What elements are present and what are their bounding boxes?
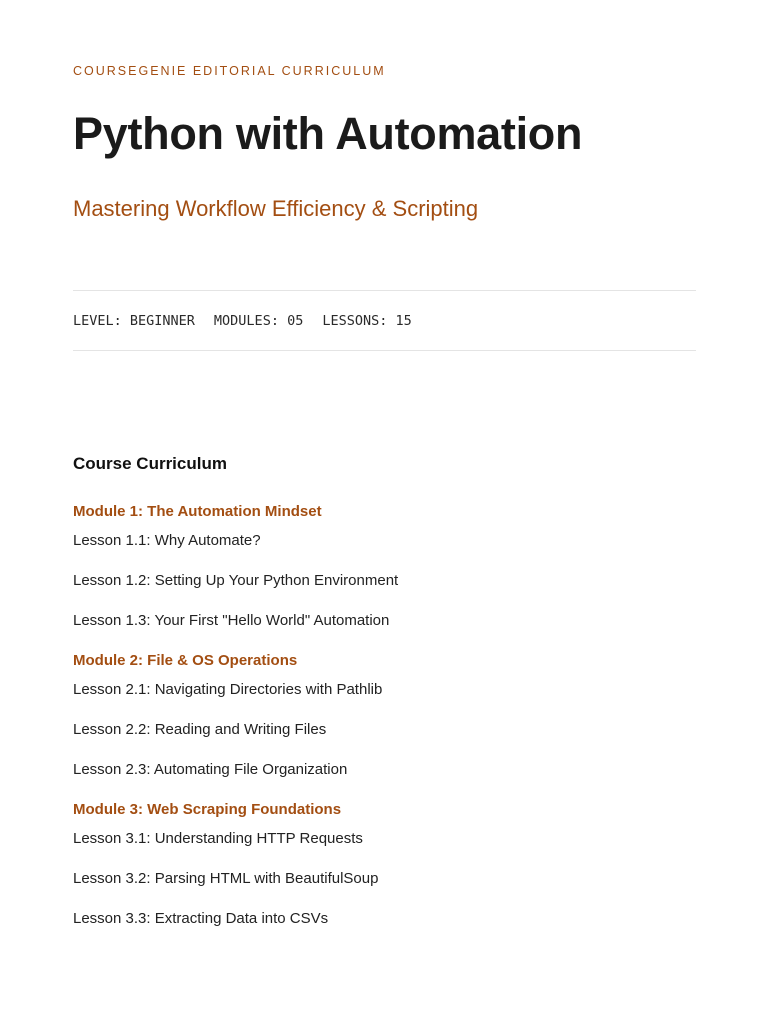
eyebrow-label: COURSEGENIE EDITORIAL CURRICULUM	[73, 64, 386, 78]
meta-modules: MODULES: 05	[213, 313, 304, 329]
curriculum-heading: Course Curriculum	[73, 454, 227, 473]
module-2: Module 2: File & OS Operations Lesson 2.…	[73, 652, 696, 801]
page-subtitle: Mastering Workflow Efficiency & Scriptin…	[73, 196, 479, 221]
course-meta-bar: LEVEL: BEGINNER MODULES: 05 LESSONS: 15	[73, 290, 696, 351]
module-1: Module 1: The Automation Mindset Lesson …	[73, 503, 696, 652]
page-title: Python with Automation	[73, 108, 583, 159]
curriculum-list: Module 1: The Automation Mindset Lesson …	[73, 503, 696, 950]
course-meta-items: LEVEL: BEGINNER MODULES: 05 LESSONS: 15	[73, 313, 412, 329]
lesson-item: Lesson 3.1: Understanding HTTP Requests	[73, 830, 363, 847]
lesson-item: Lesson 2.2: Reading and Writing Files	[73, 721, 327, 738]
meta-level: LEVEL: BEGINNER	[73, 313, 195, 329]
lesson-item: Lesson 2.1: Navigating Directories with …	[73, 681, 383, 698]
lesson-item: Lesson 3.3: Extracting Data into CSVs	[73, 910, 329, 927]
lesson-item: Lesson 3.2: Parsing HTML with BeautifulS…	[73, 870, 379, 887]
meta-lessons: LESSONS: 15	[322, 313, 412, 329]
module-3: Module 3: Web Scraping Foundations Lesso…	[73, 801, 696, 950]
module-title: Module 3: Web Scraping Foundations	[73, 801, 342, 818]
lesson-item: Lesson 1.3: Your First "Hello World" Aut…	[73, 612, 390, 629]
module-title: Module 1: The Automation Mindset	[73, 503, 322, 520]
module-title: Module 2: File & OS Operations	[73, 652, 298, 669]
lesson-item: Lesson 1.2: Setting Up Your Python Envir…	[73, 572, 399, 589]
lesson-item: Lesson 2.3: Automating File Organization	[73, 761, 348, 778]
lesson-item: Lesson 1.1: Why Automate?	[73, 532, 261, 549]
